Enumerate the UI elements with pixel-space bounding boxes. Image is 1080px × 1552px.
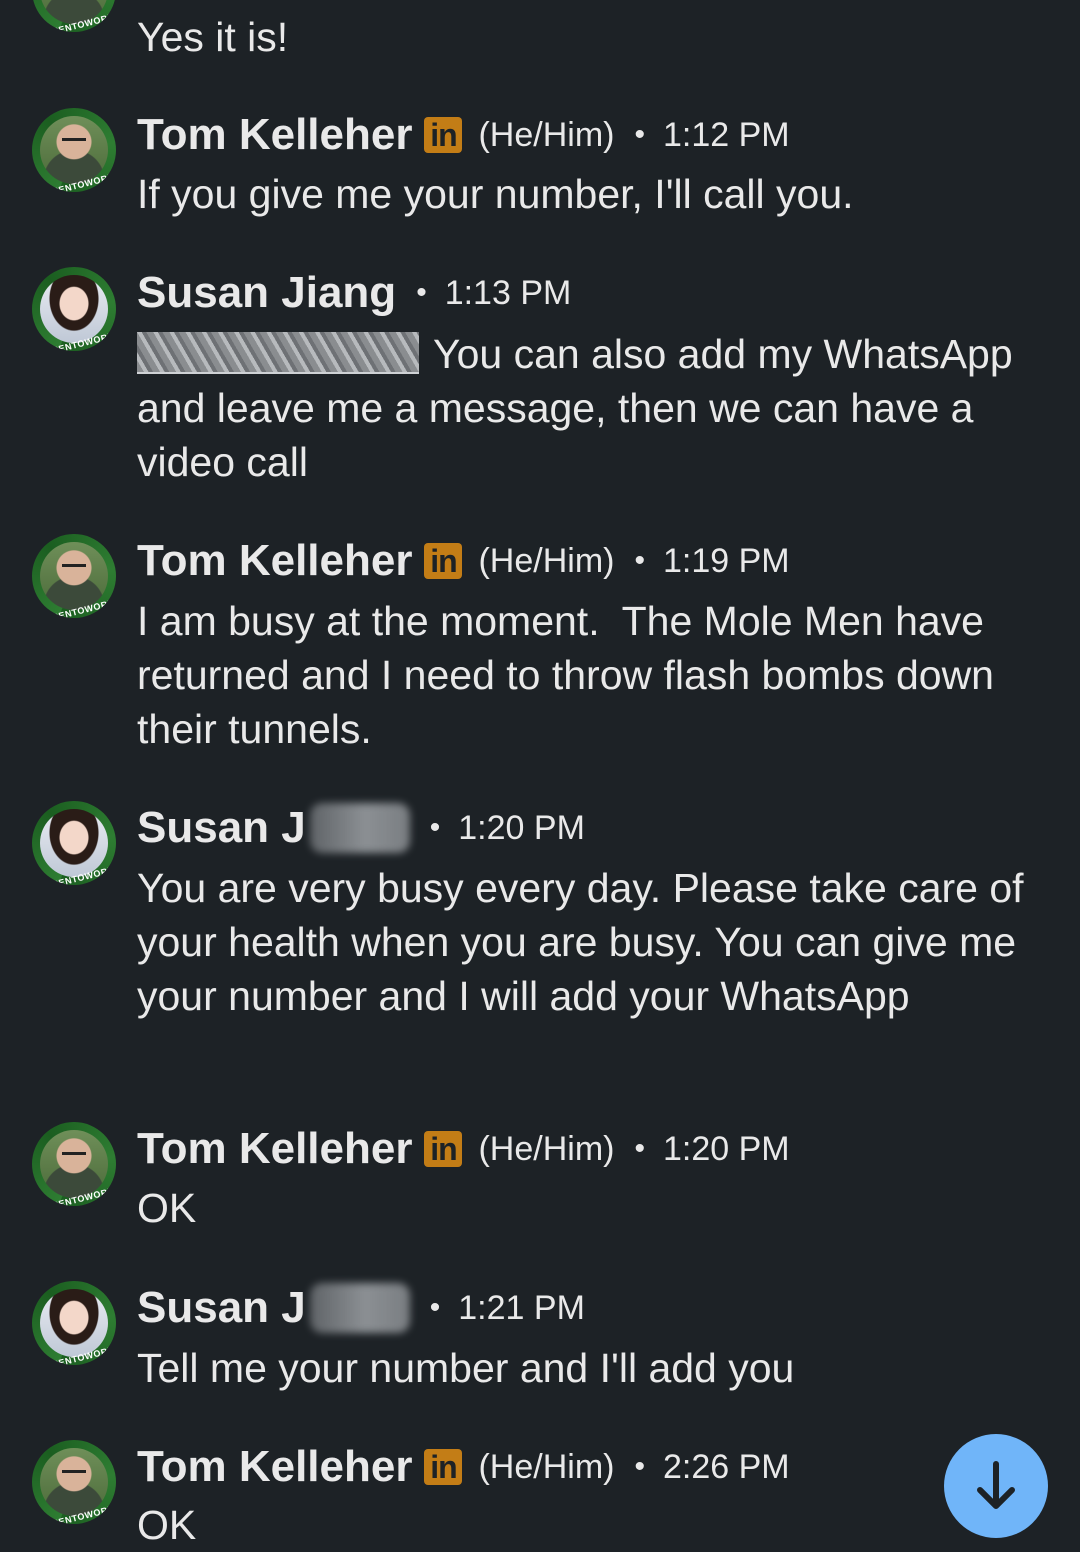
pronoun: (He/Him) — [478, 1129, 615, 1168]
linkedin-premium-icon: in — [424, 1131, 463, 1167]
blurred-surname — [309, 803, 410, 853]
sender-name[interactable]: Tom Kelleher — [137, 536, 412, 586]
pronoun: (He/Him) — [478, 541, 615, 580]
avatar[interactable]: #OPENTOWORK — [32, 1122, 116, 1206]
message-text: If you give me your number, I'll call yo… — [137, 171, 854, 217]
message-header: Tom Kelleher in (He/Him) • 1:20 PM — [137, 1124, 790, 1174]
separator-dot: • — [634, 118, 645, 151]
timestamp: 1:19 PM — [662, 541, 790, 580]
linkedin-premium-icon: in — [424, 117, 463, 153]
avatar[interactable]: #OPENTOWORK — [32, 534, 116, 618]
avatar[interactable]: #OPENTOWORK — [32, 267, 116, 351]
message-text: I am busy at the moment. The Mole Men ha… — [137, 598, 1006, 752]
avatar[interactable]: #OPENTOWORK — [32, 1281, 116, 1365]
message-text: You are very busy every day. Please take… — [137, 865, 1024, 1019]
message-text-block: You can also add my WhatsApp and leave m… — [137, 327, 1037, 489]
message-text: Yes it is! — [137, 14, 289, 60]
sender-name[interactable]: Tom Kelleher — [137, 110, 412, 160]
linkedin-premium-icon: in — [424, 1449, 463, 1485]
sender-name[interactable]: Tom Kelleher — [137, 1442, 412, 1492]
separator-dot: • — [416, 276, 427, 309]
sender-name[interactable]: Susan J — [137, 1283, 306, 1333]
timestamp: 1:20 PM — [458, 808, 585, 847]
timestamp: 1:12 PM — [662, 115, 790, 154]
separator-dot: • — [634, 544, 645, 577]
timestamp: 1:21 PM — [458, 1288, 585, 1327]
timestamp: 2:26 PM — [662, 1447, 790, 1486]
separator-dot: • — [634, 1132, 645, 1165]
separator-dot: • — [429, 1291, 441, 1324]
message-header: Tom Kelleher in (He/Him) • 1:12 PM — [137, 110, 790, 160]
avatar[interactable]: #OPENTOWORK — [32, 1440, 116, 1524]
message-header: Tom Kelleher in (He/Him) • 2:26 PM — [137, 1442, 790, 1492]
message-header: Susan J • 1:21 PM — [137, 1283, 585, 1333]
avatar[interactable]: #OPENTOWORK — [32, 108, 116, 192]
message-text: Tell me your number and I'll add you — [137, 1345, 795, 1391]
linkedin-premium-icon: in — [424, 543, 463, 579]
blurred-surname — [309, 1283, 410, 1333]
sender-name[interactable]: Tom Kelleher — [137, 1124, 412, 1174]
timestamp: 1:13 PM — [444, 273, 572, 312]
separator-dot: • — [429, 811, 441, 844]
pronoun: (He/Him) — [478, 115, 615, 154]
message-text: OK — [137, 1185, 197, 1231]
sender-name[interactable]: Susan Jiang — [137, 268, 396, 318]
avatar[interactable]: #OPENTOWORK — [32, 801, 116, 885]
message-header: Tom Kelleher in (He/Him) • 1:19 PM — [137, 536, 790, 586]
timestamp: 1:20 PM — [662, 1129, 790, 1168]
sender-name[interactable]: Susan J — [137, 803, 306, 853]
pronoun: (He/Him) — [478, 1447, 615, 1486]
opentowork-badge: #OPENTOWORK — [38, 11, 116, 32]
avatar[interactable]: #OPENTOWORK — [32, 0, 116, 32]
message-header: Susan Jiang • 1:13 PM — [137, 268, 571, 318]
arrow-down-icon — [977, 1461, 1015, 1509]
scroll-to-bottom-button[interactable] — [944, 1434, 1048, 1538]
message-header: Susan J • 1:20 PM — [137, 803, 585, 853]
separator-dot: • — [634, 1450, 645, 1483]
redacted-number — [137, 332, 419, 374]
message-text: OK — [137, 1502, 197, 1548]
